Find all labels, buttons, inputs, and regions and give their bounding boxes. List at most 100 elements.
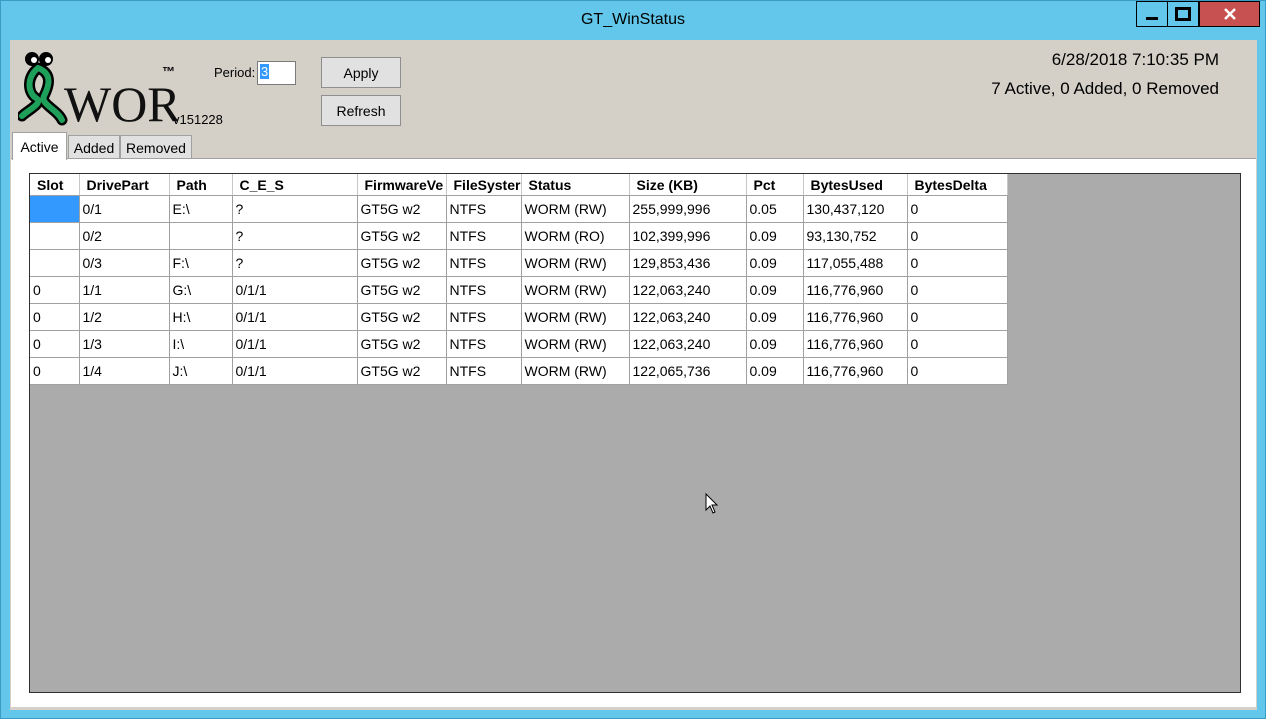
column-header[interactable]: DrivePart <box>79 174 170 196</box>
table-cell[interactable]: 102,399,996 <box>629 222 747 250</box>
table-cell[interactable]: 0/1/1 <box>232 330 358 358</box>
table-cell[interactable]: 1/2 <box>79 303 170 331</box>
table-cell[interactable]: NTFS <box>446 195 522 223</box>
table-cell[interactable]: 0 <box>907 195 1008 223</box>
table-cell[interactable]: 0.09 <box>746 357 804 385</box>
table-cell[interactable]: NTFS <box>446 330 522 358</box>
table-cell[interactable]: ? <box>232 249 358 277</box>
tab-added[interactable]: Added <box>68 135 120 159</box>
table-cell[interactable]: 122,063,240 <box>629 330 747 358</box>
table-cell[interactable]: E:\ <box>169 195 233 223</box>
table-cell[interactable]: GT5G w2 <box>357 357 447 385</box>
table-cell[interactable]: 122,063,240 <box>629 276 747 304</box>
table-cell[interactable]: ? <box>232 195 358 223</box>
table-cell[interactable]: 0.09 <box>746 276 804 304</box>
column-header[interactable]: Status <box>521 174 630 196</box>
table-cell[interactable]: 0/1 <box>79 195 170 223</box>
table-cell[interactable]: GT5G w2 <box>357 303 447 331</box>
table-cell[interactable] <box>30 195 80 223</box>
table-cell[interactable]: WORM (RW) <box>521 249 630 277</box>
table-cell[interactable]: WORM (RW) <box>521 195 630 223</box>
table-cell[interactable]: 1/1 <box>79 276 170 304</box>
table-row[interactable]: 0 1/3 I:\ 0/1/1 GT5G w2 NTFS WORM (RW) 122,063,… <box>30 330 1008 358</box>
column-header[interactable]: Path <box>169 174 233 196</box>
table-cell[interactable]: 116,776,960 <box>803 303 908 331</box>
column-header[interactable]: Pct <box>746 174 804 196</box>
table-cell[interactable]: 0.09 <box>746 249 804 277</box>
table-cell[interactable]: WORM (RW) <box>521 303 630 331</box>
table-cell[interactable]: WORM (RW) <box>521 357 630 385</box>
table-cell[interactable]: 0/2 <box>79 222 170 250</box>
table-row[interactable]: 0 1/2 H:\ 0/1/1 GT5G w2 NTFS WORM (RW) 122,063,… <box>30 303 1008 331</box>
table-cell[interactable]: 116,776,960 <box>803 276 908 304</box>
table-cell[interactable]: 1/3 <box>79 330 170 358</box>
table-cell[interactable]: 0 <box>907 330 1008 358</box>
table-cell[interactable]: WORM (RW) <box>521 276 630 304</box>
table-cell[interactable]: 0/1/1 <box>232 303 358 331</box>
column-header[interactable]: BytesUsed <box>803 174 908 196</box>
table-cell[interactable] <box>30 249 80 277</box>
table-cell[interactable]: 130,437,120 <box>803 195 908 223</box>
table-cell[interactable]: 0.09 <box>746 330 804 358</box>
table-cell[interactable]: G:\ <box>169 276 233 304</box>
column-header[interactable]: FileSyster <box>446 174 522 196</box>
table-cell[interactable]: 93,130,752 <box>803 222 908 250</box>
table-cell[interactable]: NTFS <box>446 276 522 304</box>
table-cell[interactable] <box>169 222 233 250</box>
table-cell[interactable]: 122,065,736 <box>629 357 747 385</box>
minimize-button[interactable] <box>1136 1 1167 27</box>
table-cell[interactable]: NTFS <box>446 222 522 250</box>
table-cell[interactable] <box>30 222 80 250</box>
table-cell[interactable]: 0 <box>907 276 1008 304</box>
table-cell[interactable]: NTFS <box>446 357 522 385</box>
close-button[interactable] <box>1199 1 1260 27</box>
table-cell[interactable]: H:\ <box>169 303 233 331</box>
table-cell[interactable]: WORM (RW) <box>521 330 630 358</box>
table-row[interactable]: 0/2? GT5G w2 NTFS WORM (RO) 102,399,996 0.09 9… <box>30 222 1008 250</box>
column-header[interactable]: C_E_S <box>232 174 358 196</box>
table-cell[interactable]: 0 <box>30 276 80 304</box>
table-cell[interactable]: 129,853,436 <box>629 249 747 277</box>
apply-button[interactable]: Apply <box>321 57 401 88</box>
table-cell[interactable]: GT5G w2 <box>357 195 447 223</box>
table-cell[interactable]: GT5G w2 <box>357 249 447 277</box>
table-cell[interactable]: 0 <box>30 357 80 385</box>
table-cell[interactable]: 255,999,996 <box>629 195 747 223</box>
table-cell[interactable]: 0/3 <box>79 249 170 277</box>
maximize-button[interactable] <box>1167 1 1199 27</box>
title-bar[interactable]: GT_WinStatus <box>1 1 1265 39</box>
table-cell[interactable]: GT5G w2 <box>357 222 447 250</box>
table-cell[interactable]: 116,776,960 <box>803 330 908 358</box>
table-cell[interactable]: 116,776,960 <box>803 357 908 385</box>
column-header[interactable]: FirmwareVe <box>357 174 447 196</box>
column-header[interactable]: Size (KB) <box>629 174 747 196</box>
refresh-button[interactable]: Refresh <box>321 95 401 126</box>
table-cell[interactable]: WORM (RO) <box>521 222 630 250</box>
table-cell[interactable]: 0 <box>907 222 1008 250</box>
table-cell[interactable]: 0/1/1 <box>232 276 358 304</box>
tab-removed[interactable]: Removed <box>120 135 192 159</box>
table-cell[interactable]: J:\ <box>169 357 233 385</box>
table-cell[interactable]: 0.09 <box>746 303 804 331</box>
table-cell[interactable]: ? <box>232 222 358 250</box>
table-cell[interactable]: GT5G w2 <box>357 276 447 304</box>
table-cell[interactable]: I:\ <box>169 330 233 358</box>
table-row[interactable]: 0/1 E:\? GT5G w2 NTFS WORM (RW) 255,999,996 0.… <box>30 195 1008 223</box>
drive-grid[interactable]: Slot DrivePart Path C_E_S FirmwareVe FileSyst… <box>29 173 1241 693</box>
table-cell[interactable]: F:\ <box>169 249 233 277</box>
table-row[interactable]: 0 1/4 J:\ 0/1/1 GT5G w2 NTFS WORM (RW) 122,065,… <box>30 357 1008 385</box>
table-cell[interactable]: GT5G w2 <box>357 330 447 358</box>
table-cell[interactable]: 0.05 <box>746 195 804 223</box>
table-cell[interactable]: 0 <box>907 357 1008 385</box>
column-header[interactable]: Slot <box>30 174 80 196</box>
period-input[interactable]: 3 <box>257 61 296 85</box>
table-cell[interactable]: 0 <box>907 249 1008 277</box>
table-cell[interactable]: 0.09 <box>746 222 804 250</box>
column-header[interactable]: BytesDelta <box>907 174 1008 196</box>
table-row[interactable]: 0 1/1 G:\ 0/1/1 GT5G w2 NTFS WORM (RW) 122,063,… <box>30 276 1008 304</box>
table-cell[interactable]: 1/4 <box>79 357 170 385</box>
table-row[interactable]: 0/3 F:\? GT5G w2 NTFS WORM (RW) 129,853,436 0.… <box>30 249 1008 277</box>
table-cell[interactable]: 122,063,240 <box>629 303 747 331</box>
table-cell[interactable]: 0 <box>30 330 80 358</box>
table-cell[interactable]: NTFS <box>446 249 522 277</box>
